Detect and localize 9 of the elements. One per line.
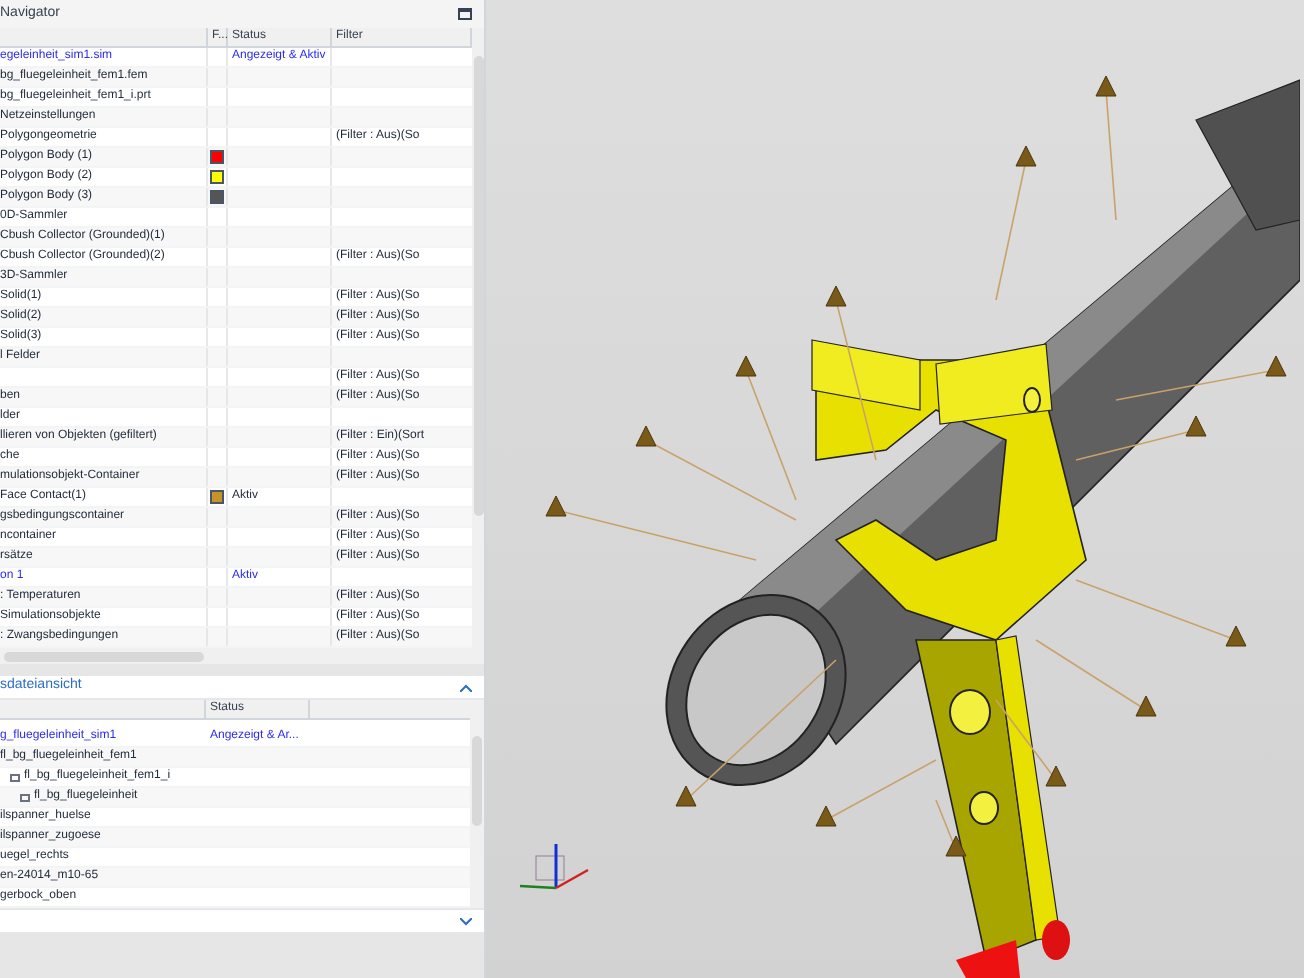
collapse-icon[interactable] [460,683,472,691]
part-icon [20,793,30,801]
maximize-icon[interactable] [458,8,472,20]
scrollbar[interactable] [472,28,484,648]
expand-icon[interactable] [460,917,472,925]
part-icon [10,773,20,781]
scrollbar[interactable] [0,648,484,664]
scrollbar[interactable] [470,700,484,908]
axis-triad-icon [519,844,589,890]
